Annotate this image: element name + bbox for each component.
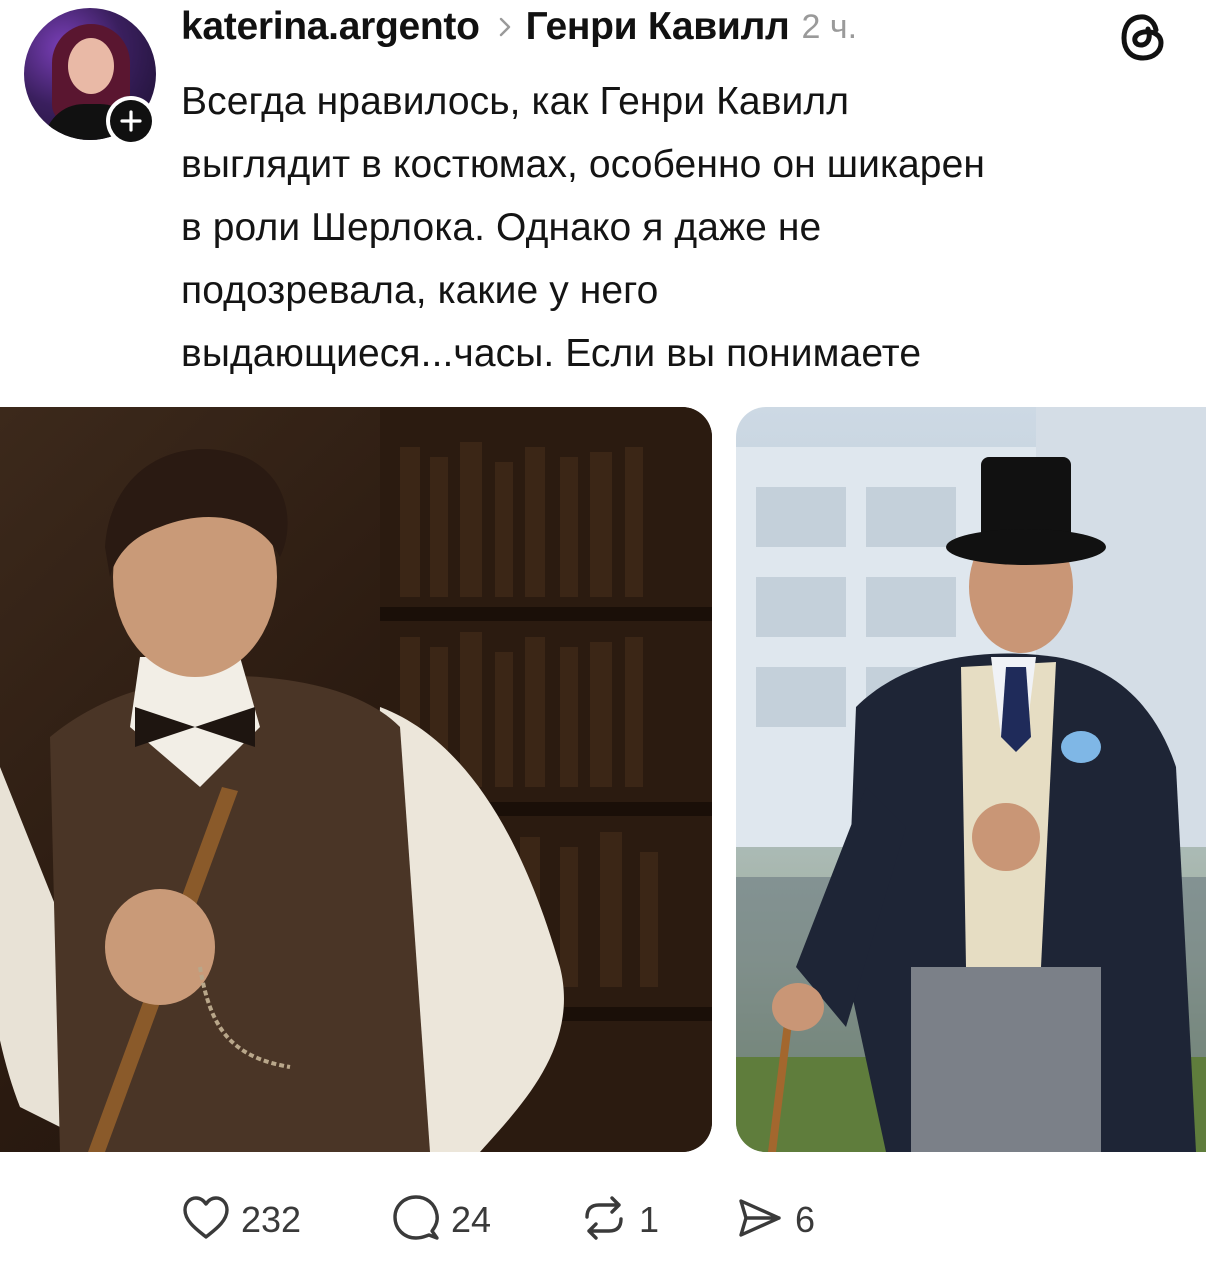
username-link[interactable]: katerina.argento	[181, 5, 480, 49]
repost-icon	[579, 1193, 629, 1248]
follow-button[interactable]	[106, 96, 156, 146]
post-text-line: в роли Шерлока. Однако я даже не	[181, 206, 822, 249]
chevron-right-icon	[498, 16, 512, 38]
repost-count: 1	[639, 1199, 660, 1240]
post-text-line: выдающиеся...часы. Если вы понимаете	[181, 332, 922, 375]
post-text: Всегда нравилось, как Генри Кавилл выгля…	[181, 70, 1181, 385]
repost-button[interactable]: 1	[579, 1193, 659, 1248]
post-text-line: Всегда нравилось, как Генри Кавилл	[181, 80, 850, 123]
plus-icon	[110, 100, 152, 142]
topic-link[interactable]: Генри Кавилл	[526, 5, 790, 49]
post-text-line: выглядит в костюмах, особенно он шикарен	[181, 143, 985, 186]
post-time: 2 ч.	[801, 7, 858, 46]
threads-logo-icon	[1116, 10, 1170, 64]
comment-icon	[391, 1193, 441, 1248]
send-icon	[735, 1193, 785, 1248]
reply-button[interactable]: 24	[391, 1193, 491, 1248]
share-button[interactable]: 6	[735, 1193, 815, 1248]
reply-count: 24	[451, 1199, 492, 1240]
post-image-1[interactable]	[0, 407, 712, 1152]
post-header: katerina.argento Генри Кавилл 2 ч.	[181, 0, 857, 54]
post-image-2[interactable]	[736, 407, 1206, 1152]
like-button[interactable]: 232	[181, 1195, 301, 1246]
avatar-face	[68, 38, 114, 94]
heart-icon	[181, 1195, 231, 1246]
post-text-line: подозревала, какие у него	[181, 269, 659, 312]
like-count: 232	[241, 1199, 302, 1240]
share-count: 6	[795, 1199, 816, 1240]
